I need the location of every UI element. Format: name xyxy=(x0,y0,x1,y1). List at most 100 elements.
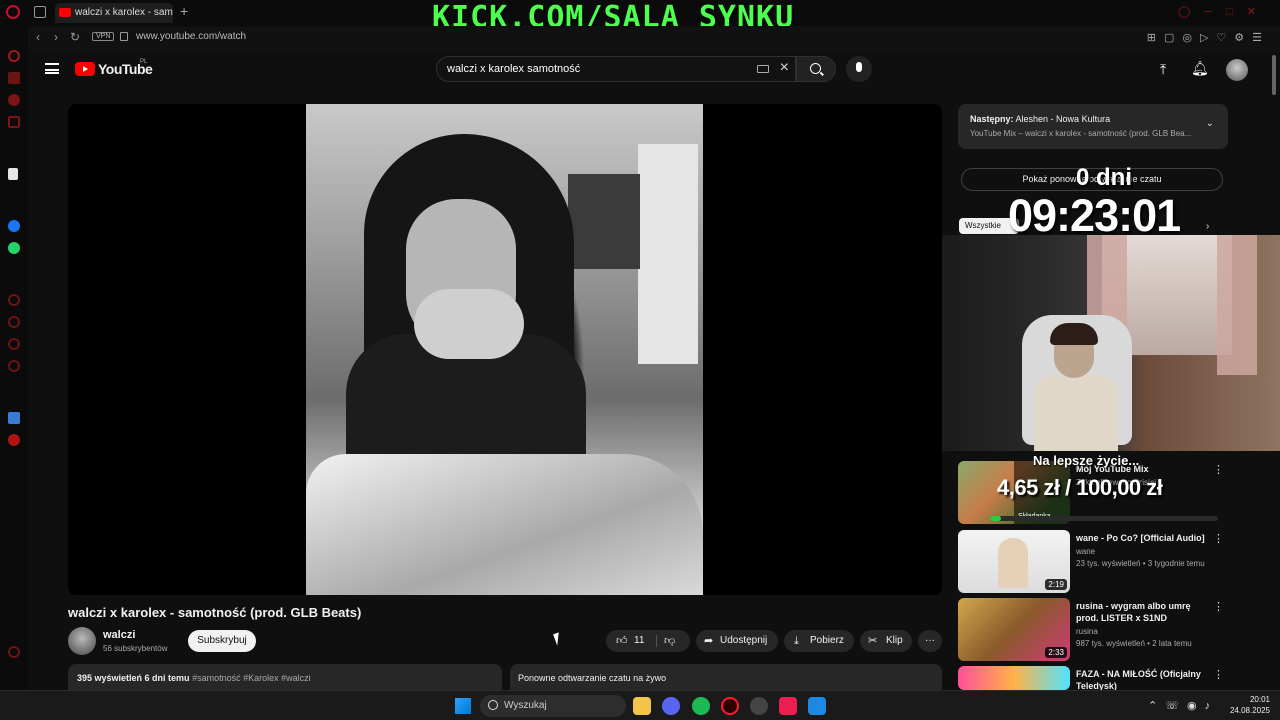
notifications-icon[interactable]: 🔔︎ xyxy=(1191,60,1209,77)
scrollbar-thumb[interactable] xyxy=(1272,55,1276,95)
recommendation-channel[interactable]: rusina xyxy=(1076,627,1098,636)
recommendation-title[interactable]: FAZA - NA MIŁOŚĆ (Oficjalny Teledysk) xyxy=(1076,668,1212,690)
like-icon[interactable]: 👍︎ xyxy=(616,630,628,652)
clip-label: Klip xyxy=(886,635,903,646)
like-count[interactable]: 11 xyxy=(634,630,644,652)
tab-title: walczi x karolex - sam xyxy=(75,7,173,18)
dislike-icon[interactable]: 👎︎ xyxy=(664,630,675,652)
recommendation-title[interactable]: rusina - wygram albo umrę prod. LISTER x… xyxy=(1076,600,1212,624)
extension-icons[interactable]: ⊞▢◎▷♡⚙☰ xyxy=(1147,31,1270,44)
video-player[interactable] xyxy=(68,104,942,595)
scene-wardrobe xyxy=(638,144,698,364)
sidebar-more-icon[interactable] xyxy=(8,646,20,658)
address-input[interactable]: www.youtube.com/watch xyxy=(136,31,246,42)
share-button[interactable]: ➦ Udostępnij xyxy=(696,630,778,652)
clock-time[interactable]: 20:01 xyxy=(1240,695,1270,704)
voice-search-button[interactable] xyxy=(846,56,872,82)
search-icon xyxy=(810,63,821,74)
tiktok-icon[interactable] xyxy=(779,697,797,715)
sidebar-messenger-icon[interactable] xyxy=(8,220,20,232)
sidebar-youtube-icon[interactable] xyxy=(8,434,20,446)
more-vert-icon[interactable]: ⋮ xyxy=(1213,668,1224,681)
notepad-icon[interactable] xyxy=(808,697,826,715)
upload-icon[interactable]: ⤒ xyxy=(1160,61,1166,78)
sidebar-flow-icon[interactable] xyxy=(8,72,20,84)
lock-icon[interactable] xyxy=(120,32,128,41)
more-vert-icon[interactable]: ⋮ xyxy=(1213,463,1224,476)
keyboard-icon[interactable] xyxy=(757,65,769,73)
sidebar-extensions-icon[interactable] xyxy=(8,360,20,372)
vpn-badge[interactable]: VPN xyxy=(92,32,115,41)
opera-sidebar xyxy=(0,26,28,690)
countdown-days: 0 dni xyxy=(1076,164,1133,191)
discord-icon[interactable] xyxy=(662,697,680,715)
opera-taskbar-icon[interactable] xyxy=(721,697,739,715)
clip-button[interactable]: ✂ Klip xyxy=(860,630,912,652)
youtube-header: YouTube PL walczi x karolex samotność × … xyxy=(28,50,1268,90)
browser-tab-bar: walczi x karolex - sam + KICK.COM/SALA_S… xyxy=(0,0,1280,35)
sidebar-history-icon[interactable] xyxy=(8,316,20,328)
browser-tab-active[interactable]: walczi x karolex - sam xyxy=(55,3,173,23)
video-title: walczi x karolex - samotność (prod. GLB … xyxy=(68,605,362,620)
recommendation-title[interactable]: wane - Po Co? [Official Audio] xyxy=(1076,532,1212,544)
sidebar-app-icon[interactable] xyxy=(8,412,20,424)
download-label: Pobierz xyxy=(810,635,844,646)
donation-goal-bar xyxy=(990,516,1218,521)
sidebar-settings-icon[interactable] xyxy=(8,294,20,306)
new-tab-button[interactable]: + xyxy=(180,3,188,19)
recommendation-thumbnail[interactable]: 2:33 xyxy=(958,598,1070,661)
recommendation-thumbnail[interactable]: 2:19 xyxy=(958,530,1070,593)
more-vert-icon[interactable]: ⋮ xyxy=(1213,532,1224,545)
video-duration: 2:33 xyxy=(1045,647,1067,658)
windows-start-icon[interactable] xyxy=(455,698,471,714)
more-actions-button[interactable]: ··· xyxy=(918,630,942,652)
channel-name[interactable]: walczi xyxy=(103,629,135,641)
sidebar-whatsapp-icon[interactable] xyxy=(8,242,20,254)
spotify-icon[interactable] xyxy=(692,697,710,715)
forward-icon[interactable]: › xyxy=(54,30,58,44)
chevron-right-icon[interactable]: › xyxy=(1206,221,1209,232)
recommendation-item[interactable]: FAZA - NA MIŁOŚĆ (Oficjalny Teledysk) ⋮ xyxy=(958,666,1228,690)
sidebar-music-icon[interactable] xyxy=(8,94,20,106)
taskbar-search-label: Wyszukaj xyxy=(504,700,547,711)
download-button[interactable]: ⤓ Pobierz xyxy=(784,630,854,652)
search-box[interactable]: walczi x karolex samotność × xyxy=(436,56,796,82)
reload-icon[interactable]: ↻ xyxy=(70,30,80,44)
recommendation-channel[interactable]: wane xyxy=(1076,547,1095,556)
sidebar-aria-icon[interactable] xyxy=(8,50,20,62)
account-avatar[interactable] xyxy=(1226,59,1248,81)
more-vert-icon[interactable]: ⋮ xyxy=(1213,600,1224,613)
tab-islands-icon[interactable] xyxy=(34,6,46,18)
opera-logo-icon[interactable] xyxy=(6,5,20,19)
clock-date[interactable]: 24.08.2025 xyxy=(1224,706,1270,715)
webcam-overlay xyxy=(942,235,1280,451)
up-next-box[interactable]: Następny: Aleshen - Nowa Kultura YouTube… xyxy=(958,104,1228,149)
file-explorer-icon[interactable] xyxy=(633,697,651,715)
channel-avatar[interactable] xyxy=(68,627,96,655)
page-scrollbar[interactable] xyxy=(1270,50,1278,690)
window-controls[interactable]: ◯─□✕ xyxy=(1178,5,1270,18)
taskbar-search[interactable]: Wyszukaj xyxy=(480,695,626,717)
back-icon[interactable]: ‹ xyxy=(36,30,40,44)
recommendation-item[interactable]: 2:33 rusina - wygram albo umrę prod. LIS… xyxy=(958,598,1228,662)
sidebar-workspaces-icon[interactable] xyxy=(8,116,20,128)
youtube-favicon-icon xyxy=(59,8,71,17)
recommendation-item[interactable]: 2:19 wane - Po Co? [Official Audio] wane… xyxy=(958,530,1228,594)
obs-icon[interactable] xyxy=(750,697,768,715)
search-button[interactable] xyxy=(796,56,836,82)
chevron-down-icon[interactable]: ⌄ xyxy=(1206,118,1214,129)
hashtags[interactable]: #samotność #Karolex #walczi xyxy=(192,673,311,683)
description-box[interactable]: 395 wyświetleń 6 dni temu #samotność #Ka… xyxy=(68,664,502,690)
chat-replay-header: Ponowne odtwarzanie czatu na żywo xyxy=(510,664,942,690)
sidebar-ai-icon[interactable] xyxy=(8,168,18,180)
clear-search-icon[interactable]: × xyxy=(780,59,789,77)
search-input[interactable]: walczi x karolex samotność xyxy=(447,63,580,75)
scene-window xyxy=(568,174,640,269)
sidebar-downloads-icon[interactable] xyxy=(8,338,20,350)
system-tray-icons[interactable]: ⌃☏◉♪ xyxy=(1148,699,1218,712)
youtube-logo-icon[interactable] xyxy=(75,62,95,76)
recommendation-thumbnail[interactable] xyxy=(958,666,1070,690)
menu-icon[interactable] xyxy=(45,63,59,74)
share-label: Udostępnij xyxy=(720,635,768,646)
subscribe-button[interactable]: Subskrybuj xyxy=(188,630,256,652)
